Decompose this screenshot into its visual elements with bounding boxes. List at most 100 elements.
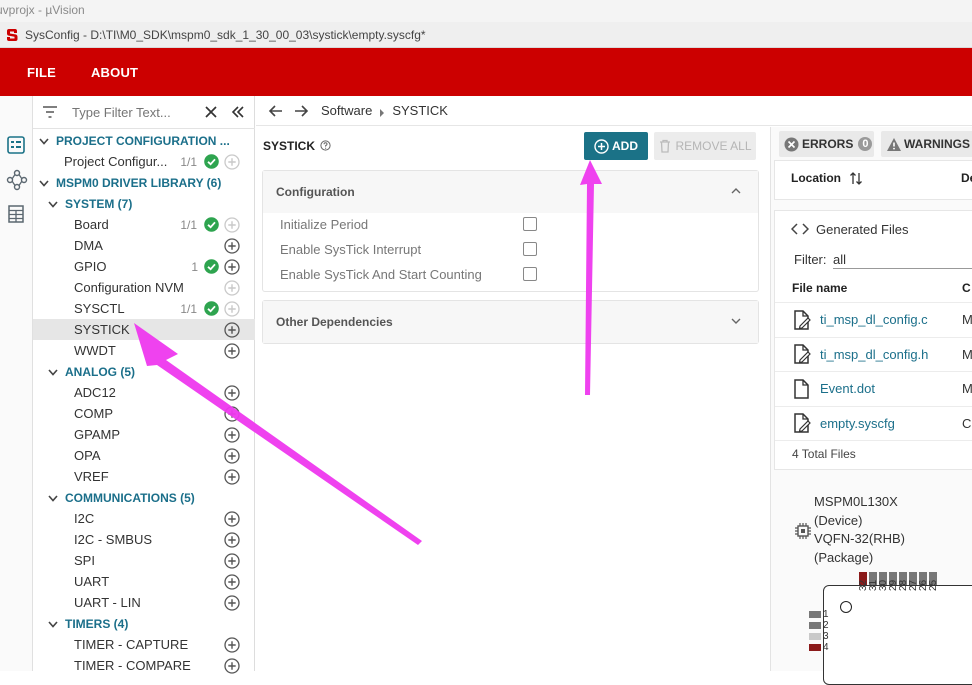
package-pin[interactable]: [809, 633, 821, 640]
remove-all-button[interactable]: REMOVE ALL: [654, 132, 756, 160]
chevron-down-icon[interactable]: [47, 492, 59, 504]
forward-arrow-icon[interactable]: [293, 103, 309, 119]
chevron-down-icon[interactable]: [38, 177, 50, 189]
file-link[interactable]: ti_msp_dl_config.h: [820, 347, 928, 362]
add-instance-icon[interactable]: [224, 552, 240, 569]
errors-tab[interactable]: ERRORS 0: [779, 131, 874, 157]
add-instance-icon[interactable]: [224, 531, 240, 548]
errors-count-badge: 0: [858, 137, 873, 151]
chevron-down-icon[interactable]: [38, 135, 50, 147]
add-button[interactable]: ADD: [584, 132, 648, 160]
add-instance-icon[interactable]: [224, 321, 240, 338]
add-instance-icon[interactable]: [224, 279, 240, 296]
tree-item-vref[interactable]: VREF: [33, 466, 255, 487]
dependency-graph-icon[interactable]: [6, 169, 28, 191]
add-instance-icon[interactable]: [224, 342, 240, 359]
other-dependencies-card: Other Dependencies: [263, 301, 758, 343]
other-dependencies-header[interactable]: Other Dependencies: [263, 301, 758, 343]
tree-item-uart-lin[interactable]: UART - LIN: [33, 592, 255, 613]
configuration-header[interactable]: Configuration: [263, 171, 758, 213]
initialize-period-checkbox[interactable]: [523, 217, 537, 231]
software-view-icon[interactable]: [6, 135, 26, 155]
file-category: M: [962, 381, 972, 397]
tree-item-opa[interactable]: OPA: [33, 445, 255, 466]
tree-item-wwdt[interactable]: WWDT: [33, 340, 255, 361]
add-instance-icon[interactable]: [224, 384, 240, 401]
file-name-column-header[interactable]: File name: [792, 281, 847, 295]
tree-item-spi[interactable]: SPI: [33, 550, 255, 571]
tree-item-gpamp[interactable]: GPAMP: [33, 424, 255, 445]
start-counting-checkbox[interactable]: [523, 267, 537, 281]
description-column-header[interactable]: De: [961, 171, 972, 185]
tree-item-timer-compare[interactable]: TIMER - COMPARE: [33, 655, 255, 676]
package-pin[interactable]: [809, 644, 821, 651]
tree-item-comp[interactable]: COMP: [33, 403, 255, 424]
tree-item-gpio[interactable]: GPIO 1: [33, 256, 255, 277]
filter-input[interactable]: [72, 104, 200, 120]
file-link[interactable]: ti_msp_dl_config.c: [820, 312, 928, 327]
menu-about[interactable]: ABOUT: [91, 65, 138, 80]
back-arrow-icon[interactable]: [268, 103, 284, 119]
file-category: M: [962, 346, 972, 362]
add-instance-icon[interactable]: [224, 216, 240, 233]
file-link[interactable]: empty.syscfg: [820, 416, 895, 431]
breadcrumb-software[interactable]: Software: [321, 103, 372, 118]
menu-file[interactable]: FILE: [27, 65, 56, 80]
right-panel: ERRORS 0 WARNINGS Location De Generated …: [770, 127, 972, 685]
files-filter-value[interactable]: all: [833, 252, 972, 269]
clear-filter-icon[interactable]: [204, 105, 218, 119]
add-instance-icon[interactable]: [224, 510, 240, 527]
tree-system[interactable]: SYSTEM (7): [33, 193, 255, 214]
tree-item-timer-capture[interactable]: TIMER - CAPTURE: [33, 634, 255, 655]
chevron-up-icon[interactable]: [730, 185, 742, 197]
warnings-tab[interactable]: WARNINGS: [881, 131, 972, 157]
device-panel: MSPM0L130X (Device) VQFN-32(RHB) (Packag…: [775, 485, 972, 685]
add-instance-icon[interactable]: [224, 426, 240, 443]
resource-table-icon[interactable]: [6, 204, 26, 224]
add-instance-icon[interactable]: [224, 258, 240, 275]
tree-item-adc12[interactable]: ADC12: [33, 382, 255, 403]
tree-item-dma[interactable]: DMA: [33, 235, 255, 256]
tree-analog[interactable]: ANALOG (5): [33, 361, 255, 382]
collapse-pane-icon[interactable]: [231, 105, 245, 119]
tree-communications[interactable]: COMMUNICATIONS (5): [33, 487, 255, 508]
help-icon[interactable]: [320, 140, 331, 151]
add-instance-icon[interactable]: [224, 447, 240, 464]
package-pin[interactable]: [809, 622, 821, 629]
option-start-counting-label: Enable SysTick And Start Counting: [280, 266, 482, 282]
add-instance-icon[interactable]: [224, 237, 240, 254]
chevron-down-icon[interactable]: [47, 618, 59, 630]
enable-interrupt-checkbox[interactable]: [523, 242, 537, 256]
sort-icon[interactable]: [849, 170, 863, 186]
chevron-down-icon[interactable]: [47, 366, 59, 378]
category-column-header[interactable]: C: [962, 281, 971, 295]
tree-item-sysctl[interactable]: SYSCTL 1/1: [33, 298, 255, 319]
package-pin[interactable]: [809, 611, 821, 618]
location-column-header[interactable]: Location: [791, 171, 841, 185]
tree-timers-label: TIMERS (4): [65, 616, 129, 631]
tree-item-i2c[interactable]: I2C: [33, 508, 255, 529]
add-instance-icon[interactable]: [224, 153, 240, 170]
chevron-down-icon[interactable]: [47, 198, 59, 210]
chevron-down-icon[interactable]: [730, 315, 742, 327]
add-instance-icon[interactable]: [224, 405, 240, 422]
tree-timers[interactable]: TIMERS (4): [33, 613, 255, 634]
tree-item-project-configuration[interactable]: Project Configur... 1/1: [33, 151, 255, 172]
tree-item-uart-label: UART: [74, 574, 110, 589]
add-instance-icon[interactable]: [224, 636, 240, 653]
tree-project-configuration[interactable]: PROJECT CONFIGURATION ...: [33, 130, 255, 151]
add-instance-icon[interactable]: [224, 657, 240, 674]
tree-item-uart[interactable]: UART: [33, 571, 255, 592]
pin1-marker-icon: [840, 601, 852, 613]
file-link[interactable]: Event.dot: [820, 381, 875, 396]
add-instance-icon[interactable]: [224, 468, 240, 485]
option-initialize-period-label: Initialize Period: [280, 216, 369, 232]
tree-item-i2c-smbus[interactable]: I2C - SMBUS: [33, 529, 255, 550]
tree-item-configuration-nvm[interactable]: Configuration NVM: [33, 277, 255, 298]
add-instance-icon[interactable]: [224, 573, 240, 590]
tree-mspm0-driver-library[interactable]: MSPM0 DRIVER LIBRARY (6): [33, 172, 255, 193]
tree-item-systick[interactable]: SYSTICK: [33, 319, 255, 340]
add-instance-icon[interactable]: [224, 300, 240, 317]
add-instance-icon[interactable]: [224, 594, 240, 611]
tree-item-board[interactable]: Board 1/1: [33, 214, 255, 235]
